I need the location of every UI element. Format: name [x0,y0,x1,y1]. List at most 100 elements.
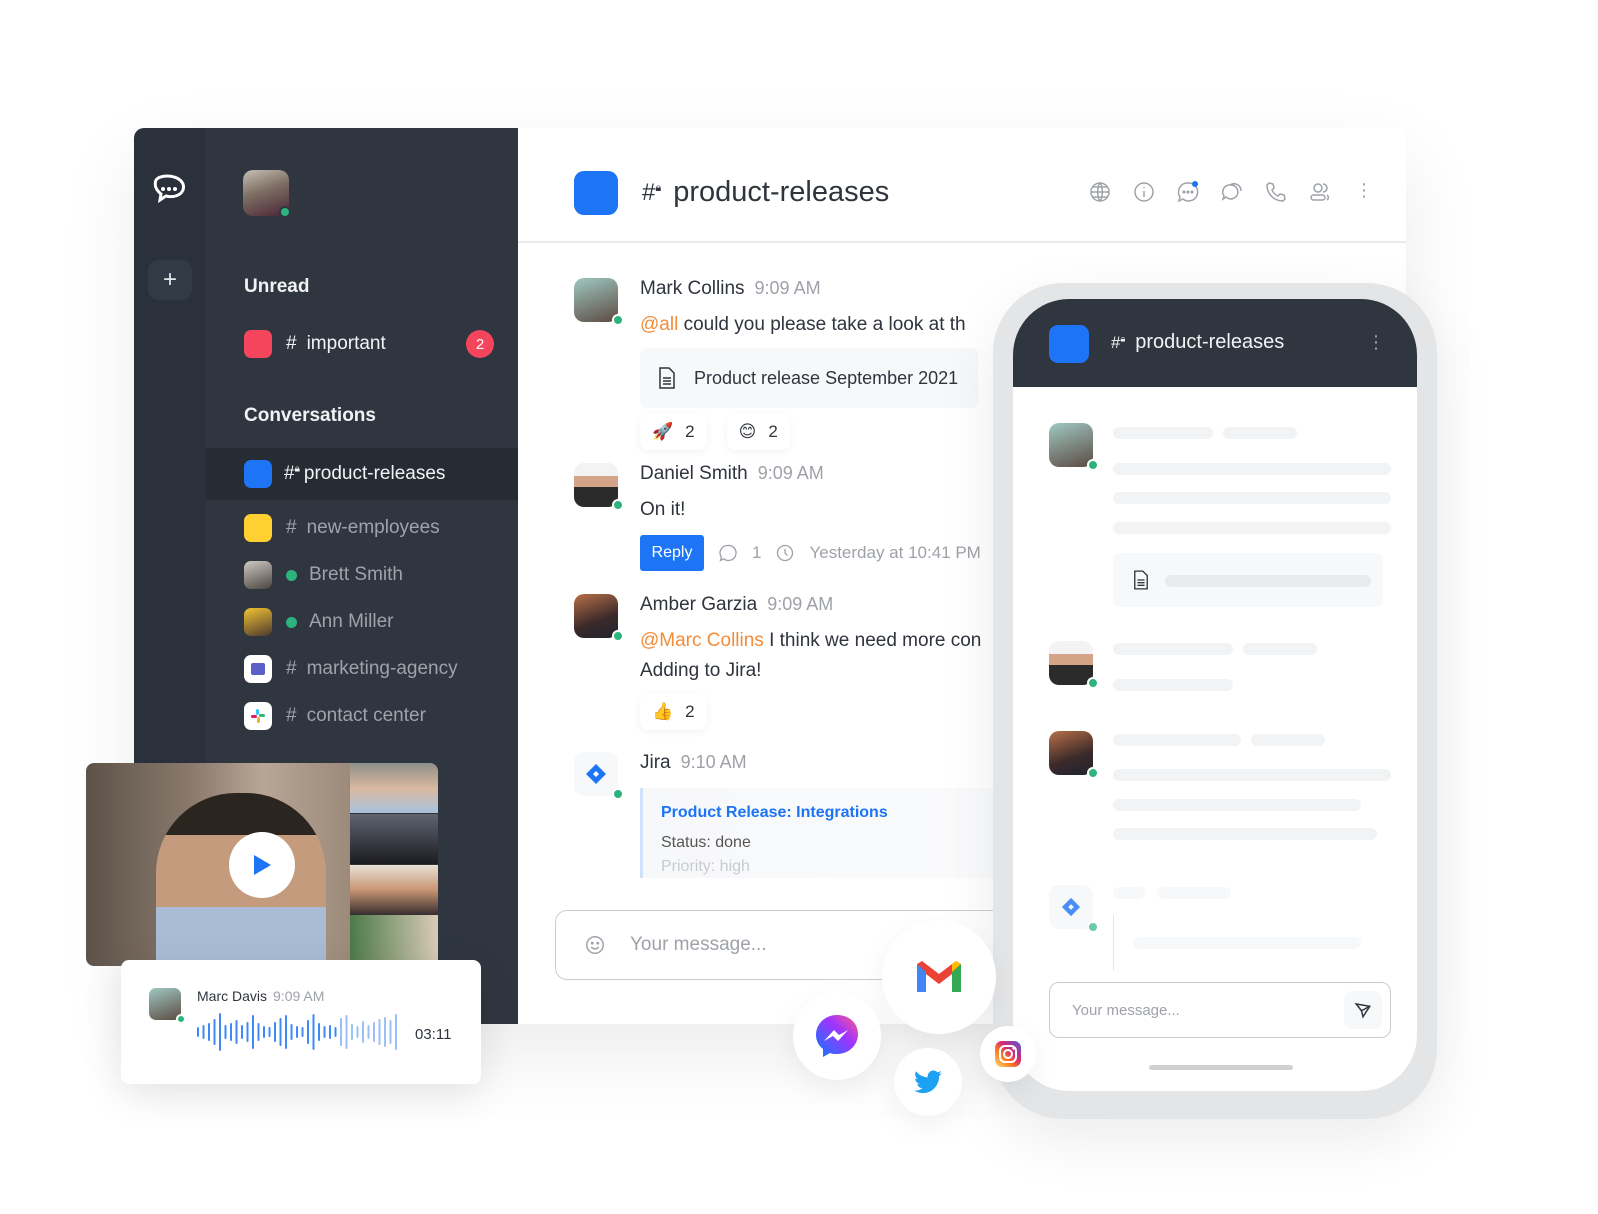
instagram-icon [995,1041,1021,1067]
room-avatar [244,460,272,488]
mention[interactable]: @Marc Collins [640,630,764,651]
waveform-bar [290,1024,293,1040]
card-border [1113,915,1114,971]
waveform-bar [246,1022,249,1042]
jira-issue-link[interactable]: Product Release: Integrations [661,804,1002,822]
members-icon[interactable] [1308,180,1332,204]
discussion-icon[interactable] [1176,180,1200,204]
messenger-bubble[interactable] [793,992,881,1080]
message-author[interactable]: Daniel Smith [640,463,748,484]
mobile-message-composer[interactable]: Your message... [1049,982,1391,1038]
user-avatar [244,561,272,589]
room-label: Ann Miller [309,611,394,632]
skeleton-line [1113,734,1241,746]
sidebar-item-ann-miller[interactable]: Ann Miller [206,596,518,648]
waveform-bar [241,1025,243,1039]
thread-count[interactable]: 1 [752,543,761,563]
sidebar-item-contact-center[interactable]: # contact center [206,690,518,742]
thread-icon [719,544,737,562]
mention[interactable]: @all [640,314,678,335]
room-avatar [244,514,272,542]
reaction-smile[interactable]: 😊 2 [726,414,790,450]
jira-issue-card: Product Release: Integrations Status: do… [640,788,1020,878]
skeleton-line [1251,734,1325,746]
user-avatar[interactable] [574,278,624,326]
smile-icon: 😊 [738,422,757,441]
sidebar-item-important[interactable]: # important 2 [206,318,518,370]
play-button[interactable] [229,832,295,898]
user-avatar [244,608,272,636]
participant-tiles [350,763,438,966]
sidebar-item-marketing-agency[interactable]: # marketing-agency [206,643,518,695]
send-button[interactable] [1344,991,1382,1029]
jira-icon [1049,885,1099,933]
info-icon[interactable] [1132,180,1156,204]
waveform-bar [252,1015,254,1049]
mobile-screen: #🔒︎ product-releases ⋮ Your message... [1013,299,1417,1091]
file-attachment[interactable]: Product release September 2021 [640,348,978,408]
play-icon [254,855,271,875]
online-status-icon [286,569,297,581]
threads-icon[interactable] [1220,180,1244,204]
audio-author: Marc Davis [197,988,268,1004]
kebab-icon[interactable]: ⋮ [1367,333,1385,351]
waveform-bar [378,1019,381,1045]
last-reply-time: Yesterday at 10:41 PM [809,543,981,562]
reaction-thumbs-up[interactable]: 👍 2 [640,694,707,730]
message-author[interactable]: Jira [640,752,671,773]
jira-icon[interactable] [574,752,624,800]
waveform-bar [395,1014,397,1050]
skeleton-line [1113,769,1391,781]
phone-icon[interactable] [1264,180,1288,204]
sidebar-item-brett-smith[interactable]: Brett Smith [206,549,518,601]
kebab-icon[interactable]: ⋮ [1352,180,1376,204]
user-avatar[interactable] [574,463,624,511]
message-input[interactable]: Your message... [630,934,767,956]
user-avatar [1049,731,1099,779]
hash-icon: # [286,333,297,354]
waveform-bar [268,1027,271,1037]
online-status-icon [612,314,624,326]
waveform-bar [301,1027,304,1037]
add-workspace-button[interactable]: + [148,260,192,300]
online-status-icon [279,206,291,218]
waveform-bar [345,1015,348,1049]
message-text: I think we need more con [763,630,982,651]
audio-message-card: Marc Davis 9:09 AM 03:11 [121,960,481,1084]
waveform-bar [263,1026,265,1038]
participant-tile [350,915,438,966]
rocketchat-logo-icon[interactable] [150,170,190,210]
message-time: 9:09 AM [757,463,824,483]
reply-button[interactable]: Reply [640,535,704,571]
waveform-bar [257,1023,260,1041]
stage: + Unread # important 2 Conversations #🔒︎… [0,0,1598,1214]
skeleton-line [1243,643,1317,655]
messenger-icon [816,1015,858,1057]
skeleton-line [1113,463,1391,475]
reaction-rocket[interactable]: 🚀 2 [640,414,707,450]
unread-badge: 2 [466,330,494,358]
emoji-icon[interactable] [584,934,606,956]
room-label: product-releases [303,463,446,484]
sidebar-item-product-releases[interactable]: #🔒︎ product-releases [206,448,518,500]
audio-waveform[interactable] [197,1012,403,1052]
waveform-bar [367,1025,370,1039]
mobile-device: #🔒︎ product-releases ⋮ Your message... [993,283,1437,1119]
teams-icon [244,655,272,683]
globe-icon[interactable] [1088,180,1112,204]
file-icon [659,367,675,389]
waveform-bar [208,1023,210,1041]
mobile-message-input[interactable]: Your message... [1072,1002,1180,1019]
twitter-bubble[interactable] [894,1048,962,1116]
sidebar-item-new-employees[interactable]: # new-employees [206,502,518,554]
waveform-bar [279,1018,282,1046]
gmail-bubble[interactable] [882,920,996,1034]
user-avatar[interactable] [574,594,624,642]
user-avatar[interactable] [243,170,291,218]
instagram-bubble[interactable] [980,1026,1036,1082]
room-label: important [306,333,386,354]
message-author[interactable]: Mark Collins [640,278,745,299]
video-call-preview[interactable] [86,763,438,966]
message-author[interactable]: Amber Garzia [640,594,757,615]
room-title-text: product-releases [673,176,890,208]
